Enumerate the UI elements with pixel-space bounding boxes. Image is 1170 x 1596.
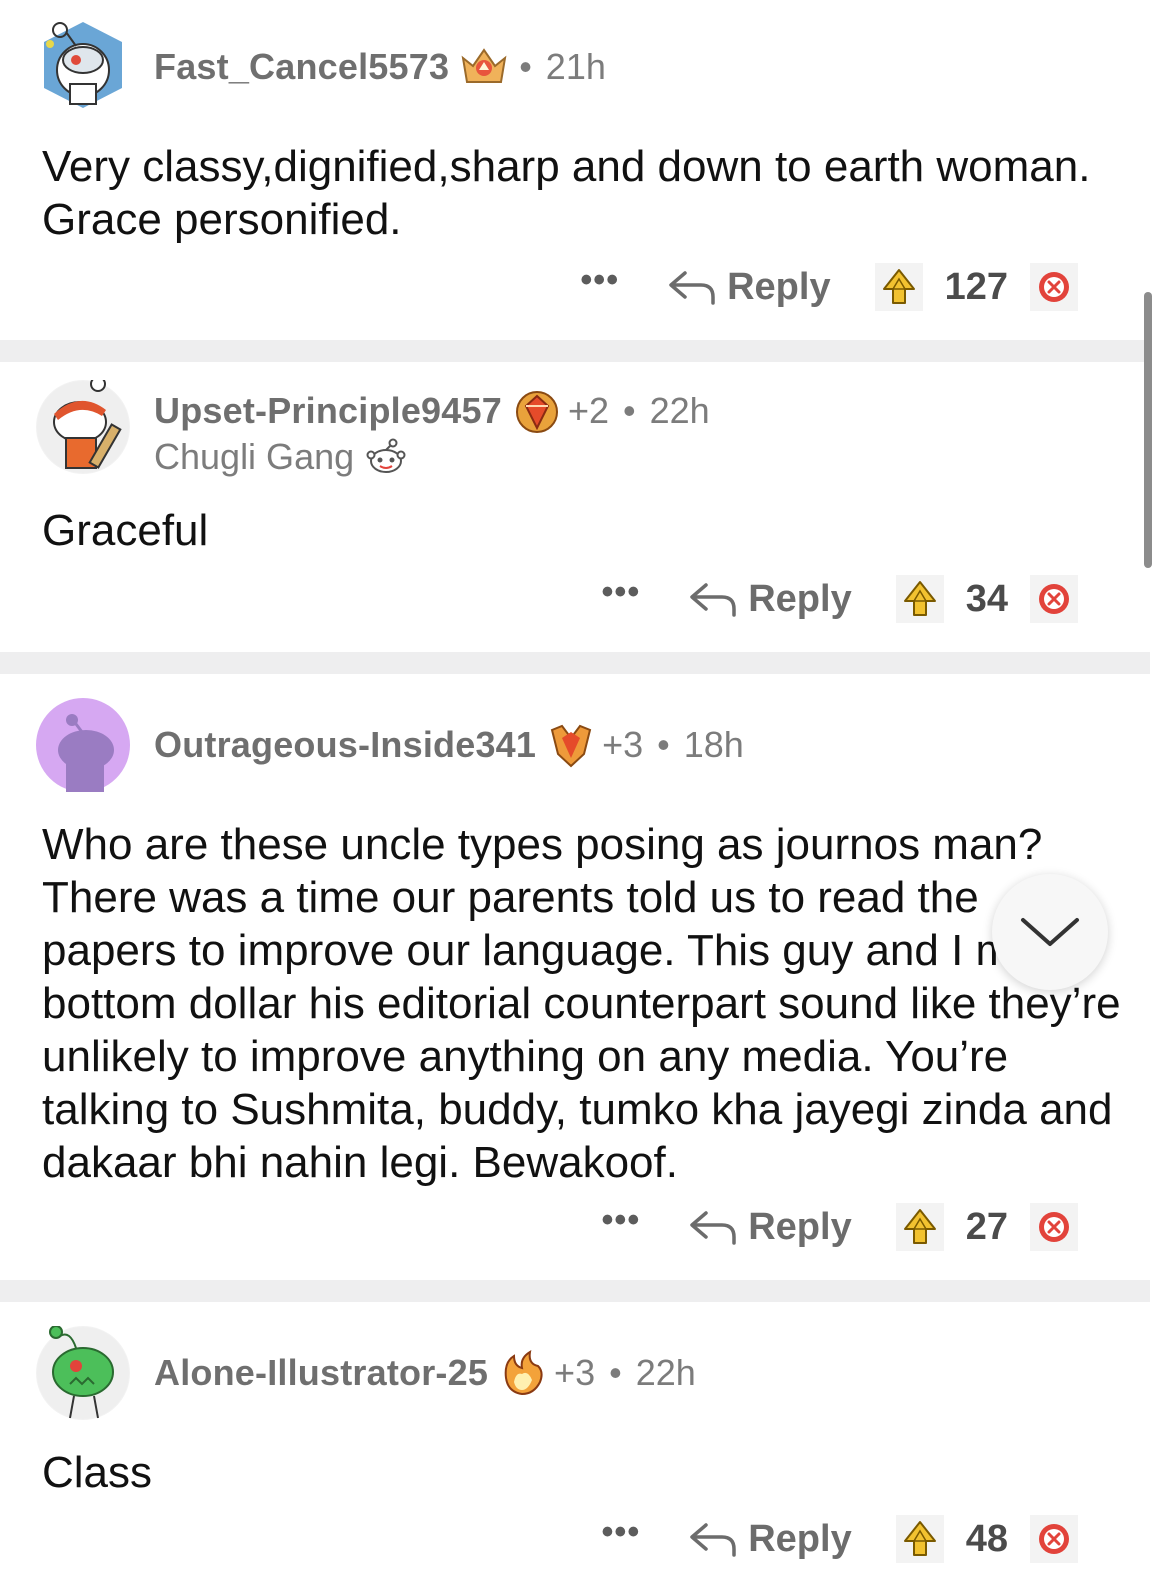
score: 27 [965,1205,1008,1248]
award-count: +3 [554,1352,596,1393]
scroll-down-button[interactable] [992,874,1108,990]
scrollbar[interactable] [1144,292,1152,568]
vote-controls: 34 [895,575,1078,623]
reply-icon [690,583,736,617]
upvote-icon [882,269,915,304]
upvote-button[interactable] [895,1515,944,1563]
downvote-icon [1039,1212,1069,1242]
comment-actions: ••• Reply 27 [602,1202,1078,1252]
comment-meta: Fast_Cancel5573 • 21h [154,44,606,90]
upvote-icon [903,1521,936,1556]
reply-label: Reply [748,1205,852,1248]
reply-button[interactable]: Reply [667,265,831,309]
reply-label: Reply [727,265,831,308]
gem-award-icon[interactable] [512,388,562,434]
award-count: +3 [602,724,644,765]
comment-body: Who are these uncle types posing as jour… [42,820,1121,1187]
comment-meta: Upset-Principle9457 +2 • 22h [154,388,710,434]
comment-thread: Fast_Cancel5573 • 21h Very classy,dignif… [0,0,1170,1596]
downvote-icon [1039,584,1069,614]
separator-dot: • [657,724,670,765]
avatar[interactable] [36,698,130,792]
comment-divider [0,1280,1150,1302]
reply-icon [690,1523,736,1557]
comment-1: Fast_Cancel5573 • 21h Very classy,dignif… [0,0,1150,338]
more-options-button[interactable]: ••• [602,1203,641,1244]
more-options-button[interactable]: ••• [602,575,641,616]
flair-text: Chugli Gang [154,436,355,477]
reply-icon [669,271,715,305]
comment-divider [0,652,1150,674]
upvote-button[interactable] [895,575,944,623]
crown-award-icon[interactable] [459,44,509,90]
downvote-button[interactable] [1030,1515,1078,1563]
username[interactable]: Fast_Cancel5573 [154,46,449,88]
username[interactable]: Outrageous-Inside341 [154,724,536,766]
score: 48 [965,1517,1008,1560]
robot-snoo-avatar-icon [44,22,122,108]
downvote-icon [1039,272,1069,302]
comment-actions: ••• Reply 34 [602,574,1078,624]
vote-controls: 48 [895,1515,1078,1563]
upvote-button[interactable] [874,263,923,311]
award-count: +2 [567,390,609,431]
separator-dot: • [519,46,532,87]
reply-button[interactable]: Reply [688,1205,852,1249]
comment-meta: Outrageous-Inside341 +3 • 18h [154,722,744,768]
cricket-snoo-avatar-icon [37,380,129,473]
vote-controls: 127 [874,263,1078,311]
comment-actions: ••• Reply 127 [580,262,1078,312]
snoo-face-icon [366,438,406,473]
timestamp: 18h [683,724,744,765]
downvote-button[interactable] [1030,1203,1078,1251]
reply-button[interactable]: Reply [688,1517,852,1561]
avatar[interactable] [36,380,130,474]
crystal-award-icon[interactable] [546,722,596,768]
green-alien-snoo-avatar-icon [37,1326,129,1419]
vote-controls: 27 [895,1203,1078,1251]
separator-dot: • [623,390,636,431]
timestamp: 22h [649,390,710,431]
comment-actions: ••• Reply 48 [602,1514,1078,1564]
avatar[interactable] [36,1326,130,1420]
more-options-button[interactable]: ••• [602,1515,641,1556]
comment-meta: Alone-Illustrator-25 +3 • 22h [154,1350,696,1396]
separator-dot: • [609,1352,622,1393]
comment-body: Class [42,1448,153,1497]
upvote-button[interactable] [895,1203,944,1251]
comment-body: Graceful [42,506,209,555]
reply-label: Reply [748,1517,852,1560]
comment-4: Alone-Illustrator-25 +3 • 22h Class ••• … [0,1302,1150,1596]
comment-body: Very classy,dignified,sharp and down to … [42,142,1091,244]
score: 34 [965,577,1008,620]
upvote-icon [903,1209,936,1244]
username[interactable]: Upset-Principle9457 [154,390,502,432]
fire-award-icon[interactable] [498,1350,548,1396]
username[interactable]: Alone-Illustrator-25 [154,1352,488,1394]
default-snoo-avatar-icon [37,699,129,792]
downvote-icon [1039,1524,1069,1554]
upvote-icon [903,581,936,616]
timestamp: 22h [635,1352,696,1393]
reply-button[interactable]: Reply [688,577,852,621]
downvote-button[interactable] [1030,575,1078,623]
downvote-button[interactable] [1030,263,1078,311]
comment-3: Outrageous-Inside341 +3 • 18h Who are th… [0,674,1150,1280]
comment-divider [0,340,1150,362]
score: 127 [944,265,1008,308]
chevron-down-icon [1021,918,1079,946]
reply-icon [690,1211,736,1245]
user-flair: Chugli Gang [154,436,406,478]
timestamp: 21h [545,46,606,87]
comment-2: Upset-Principle9457 +2 • 22h Chugli Gang [0,362,1150,652]
reply-label: Reply [748,577,852,620]
more-options-button[interactable]: ••• [580,263,619,304]
avatar[interactable] [36,18,130,112]
